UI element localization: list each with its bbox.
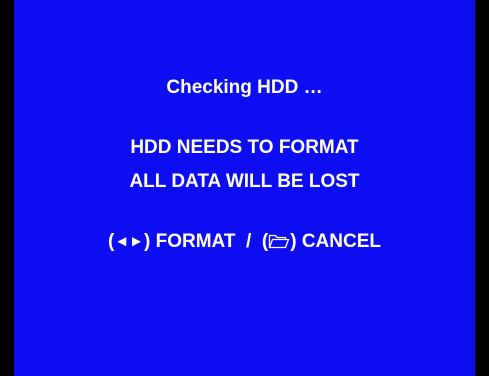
option-separator: / (246, 231, 252, 252)
cancel-option[interactable]: ( ) CANCEL (262, 231, 381, 252)
format-label: FORMAT (155, 231, 236, 252)
warning-line-2: ALL DATA WILL BE LOST (14, 170, 475, 194)
status-message: Checking HDD … (14, 76, 475, 100)
format-option[interactable]: (◄►) FORMAT (108, 231, 236, 252)
hdd-check-screen: Checking HDD … HDD NEEDS TO FORMAT ALL D… (0, 0, 489, 376)
warning-text-1: HDD NEEDS TO FORMAT (130, 137, 359, 158)
format-close-paren: ) (144, 231, 151, 252)
cancel-close-paren: ) (290, 231, 297, 252)
cancel-label: CANCEL (301, 231, 381, 252)
action-prompt: (◄►) FORMAT / ( ) CANCEL (14, 230, 475, 254)
folder-icon (268, 234, 290, 249)
warning-text-2: ALL DATA WILL BE LOST (129, 171, 360, 192)
left-right-arrows-icon: ◄► (114, 233, 145, 250)
status-text: Checking HDD … (166, 77, 323, 98)
warning-line-1: HDD NEEDS TO FORMAT (14, 136, 475, 160)
